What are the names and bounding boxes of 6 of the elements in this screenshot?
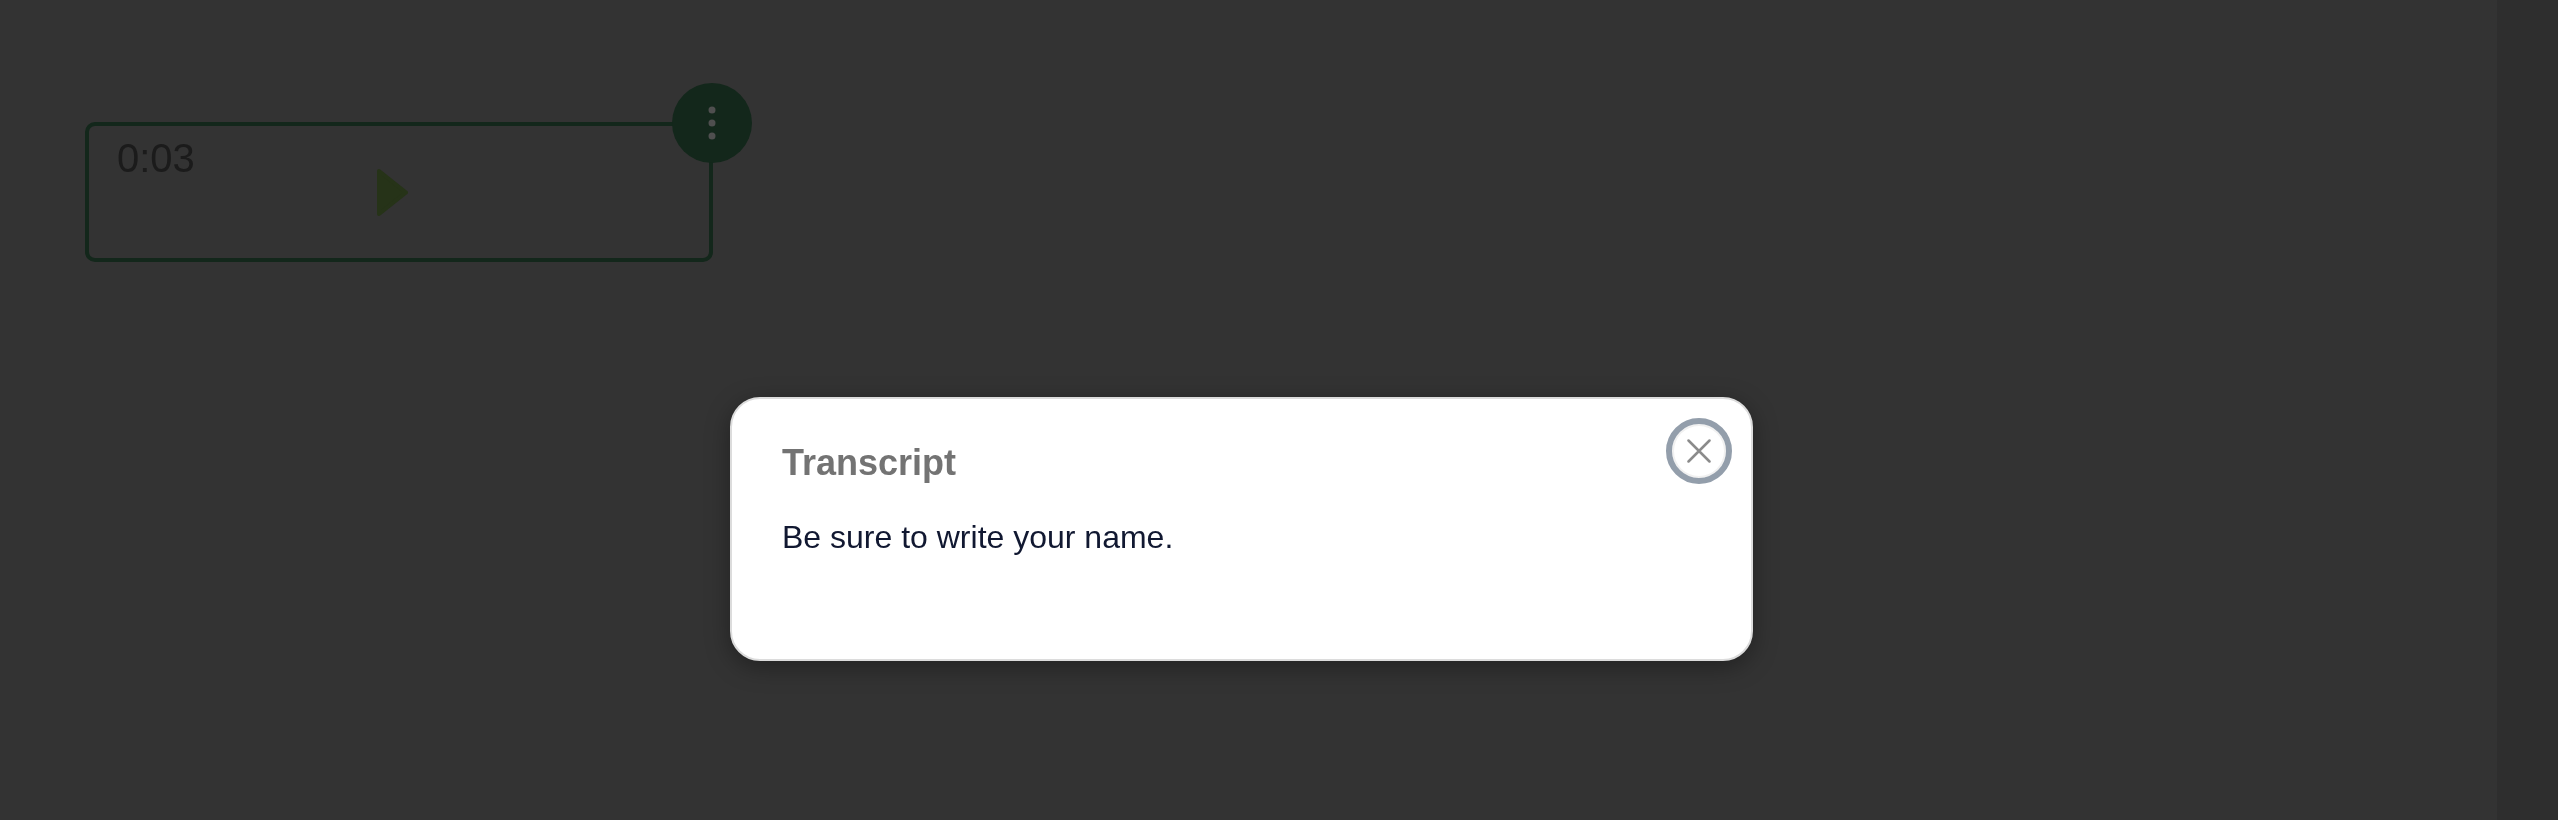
close-icon [1687,439,1711,463]
play-icon [376,168,408,216]
play-button[interactable] [376,168,408,216]
transcript-text: Be sure to write your name. [782,518,1174,558]
more-icon [708,106,716,140]
dialog-title: Transcript [782,441,957,485]
